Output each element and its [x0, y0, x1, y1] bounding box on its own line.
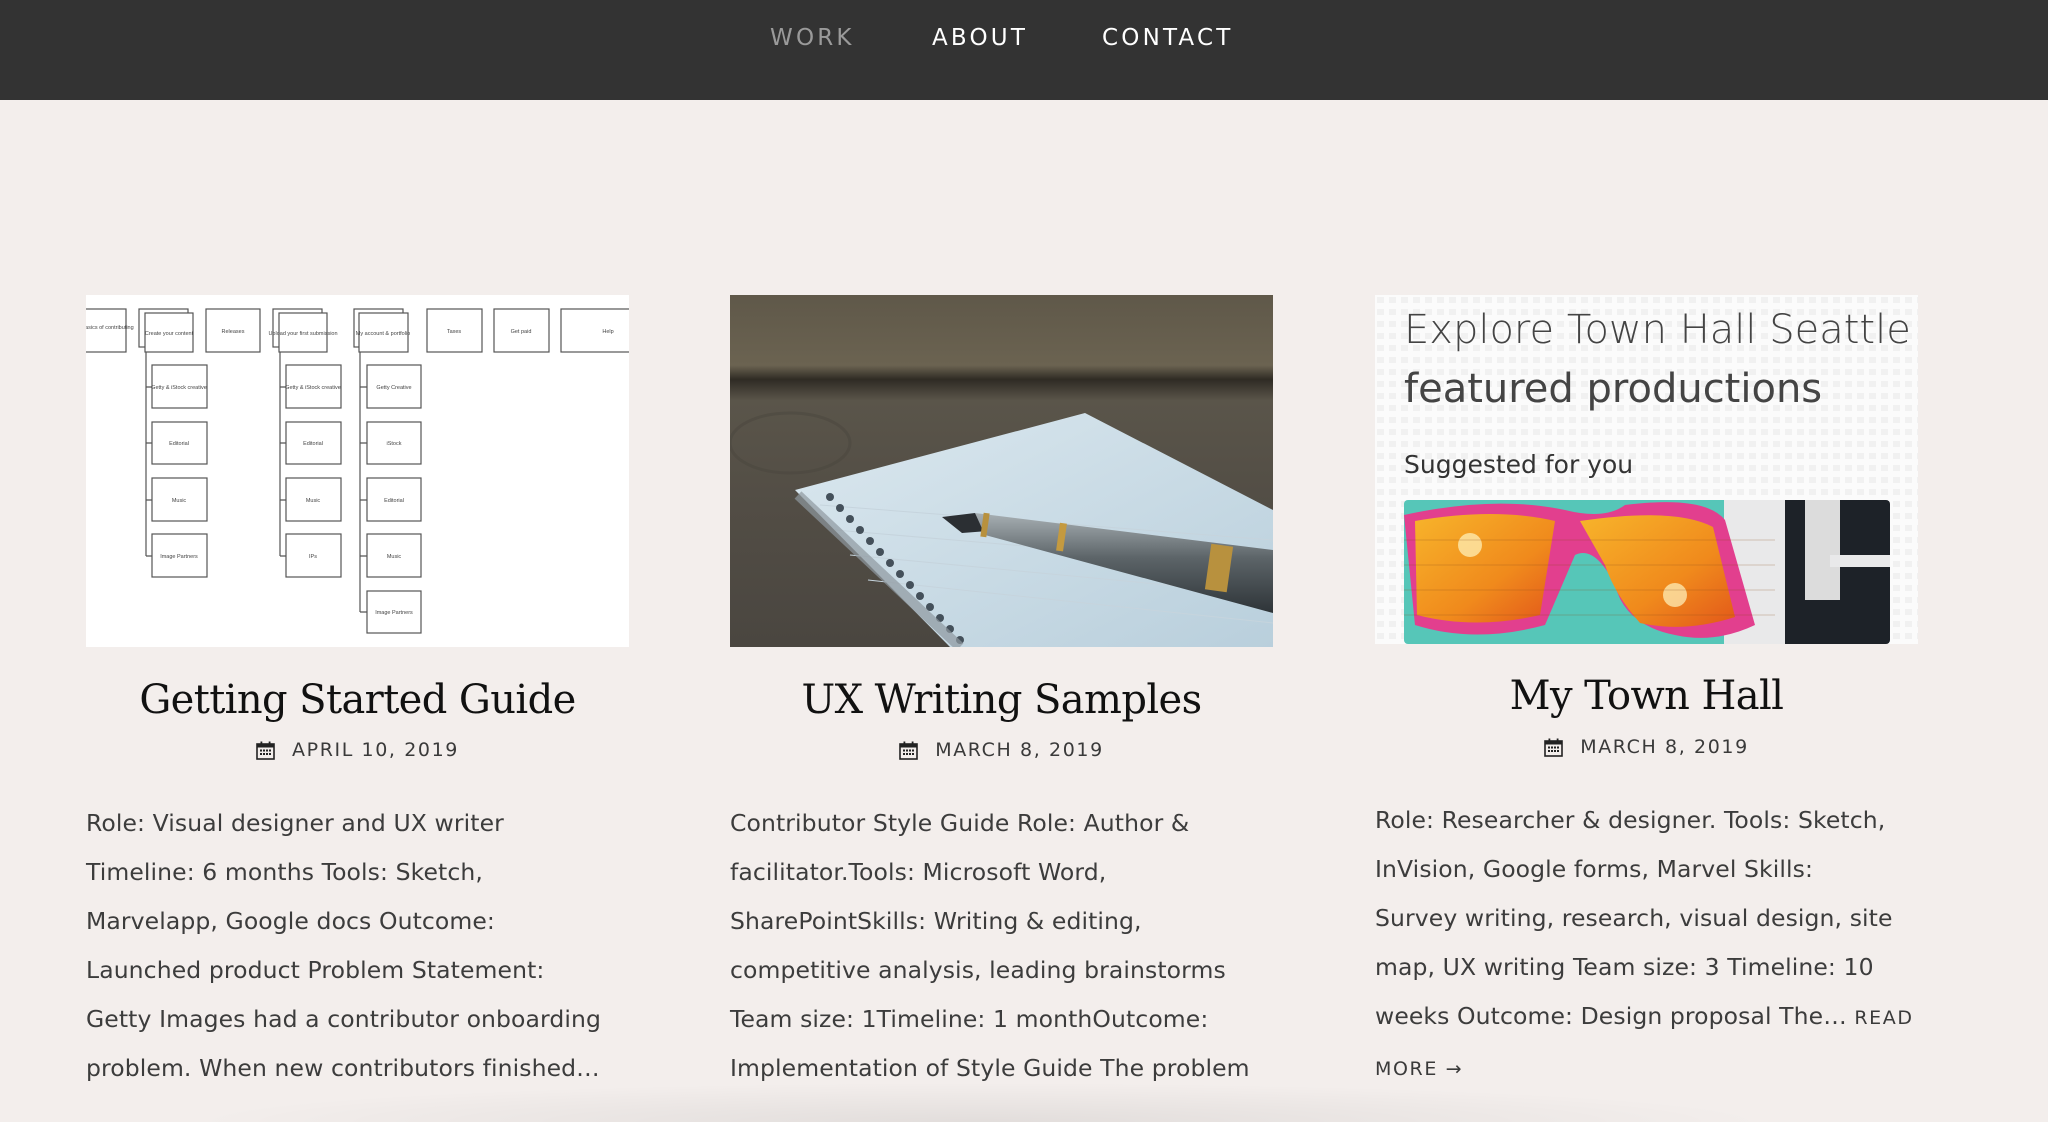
post-date-text: MARCH 8, 2019 [1580, 736, 1749, 758]
excerpt-line: Team size: 1Timeline: 1 monthOutcome: [730, 1005, 1209, 1033]
card-excerpt: Role: Researcher & designer. Tools: Sket… [1375, 796, 1935, 1094]
excerpt-line: Contributor Style Guide Role: Author & [730, 809, 1190, 837]
screenshot-heading: Explore Town Hall Seattle [1404, 307, 1911, 353]
sitemap-node: IPs [309, 554, 317, 560]
excerpt-line: Launched product Problem Statement: [86, 956, 545, 984]
calendar-icon [256, 741, 275, 760]
excerpt-line: map, UX writing Team size: 3 Timeline: 1… [1375, 953, 1874, 981]
sitemap-node: Getty Creative [376, 385, 411, 391]
sitemap-node: Image Partners [375, 610, 413, 616]
sitemap-node: Get paid [511, 329, 532, 335]
card-title[interactable]: My Town Hall [1375, 671, 1918, 721]
read-more-link[interactable]: READ [1854, 1007, 1913, 1029]
sitemap-node: Upload your first submission [268, 331, 337, 337]
post-date: MARCH 8, 2019 [730, 737, 1273, 763]
card-image-town-hall[interactable]: Explore Town Hall Seattle featured produ… [1375, 295, 1918, 644]
post-date: MARCH 8, 2019 [1375, 734, 1918, 760]
sitemap-node: Getty & iStock creative [285, 385, 341, 391]
excerpt-line: SharePointSkills: Writing & editing, [730, 907, 1142, 935]
excerpt-line: facilitator.Tools: Microsoft Word, [730, 858, 1107, 886]
read-more-link-continued[interactable]: MORE → [1375, 1058, 1463, 1080]
excerpt-line: InVision, Google forms, Marvel Skills: [1375, 855, 1813, 883]
card-excerpt: Contributor Style Guide Role: Author & f… [730, 799, 1290, 1093]
nav-work[interactable]: WORK [770, 22, 855, 54]
sitemap-node: Editorial [169, 441, 189, 447]
sitemap-node: he basics of contributing [86, 325, 134, 331]
excerpt-line: Role: Visual designer and UX writer [86, 809, 504, 837]
excerpt-line-text: weeks Outcome: Design proposal The… [1375, 1002, 1847, 1030]
sitemap-diagram: he basics of contributing Create your co… [86, 295, 629, 647]
screenshot-subheading: Suggested for you [1404, 450, 1633, 479]
calendar-icon [899, 741, 919, 760]
card-title[interactable]: Getting Started Guide [86, 675, 629, 725]
card-title[interactable]: UX Writing Samples [730, 675, 1273, 725]
sitemap-node: Music [306, 498, 321, 504]
post-date: APRIL 10, 2019 [86, 737, 629, 763]
card-image-pen-notebook[interactable] [730, 295, 1273, 647]
post-date-text: MARCH 8, 2019 [935, 739, 1104, 761]
sitemap-node: iStock [387, 441, 402, 447]
top-navigation: WORK ABOUT CONTACT [0, 0, 2048, 100]
sitemap-node: Image Partners [160, 554, 198, 560]
excerpt-line: Implementation of Style Guide The proble… [730, 1054, 1250, 1082]
excerpt-line: competitive analysis, leading brainstorm… [730, 956, 1226, 984]
sitemap-node: Music [172, 498, 187, 504]
screenshot-heading: featured productions [1404, 366, 1822, 412]
excerpt-line: problem. When new contributors finished… [86, 1054, 600, 1082]
card-image-sitemap[interactable]: he basics of contributing Create your co… [86, 295, 629, 647]
excerpt-line: Getty Images had a contributor onboardin… [86, 1005, 602, 1033]
sitemap-node: Taxes [447, 329, 462, 335]
calendar-icon [1544, 738, 1564, 757]
sitemap-node: Getty & iStock creative [151, 385, 207, 391]
excerpt-line: Survey writing, research, visual design,… [1375, 904, 1893, 932]
sitemap-node: My account & portfolio [356, 331, 410, 337]
post-date-text: APRIL 10, 2019 [292, 739, 459, 761]
excerpt-line: weeks Outcome: Design proposal The… READ [1375, 992, 1935, 1043]
excerpt-line: Role: Researcher & designer. Tools: Sket… [1375, 806, 1886, 834]
pen-notebook-photo [730, 295, 1273, 647]
card-excerpt: Role: Visual designer and UX writer Time… [86, 799, 646, 1093]
sitemap-node: Editorial [384, 498, 404, 504]
nav-contact[interactable]: CONTACT [1102, 22, 1233, 54]
excerpt-line: Marvelapp, Google docs Outcome: [86, 907, 495, 935]
sitemap-node: Create your content [145, 331, 194, 337]
sitemap-node: Releases [222, 329, 245, 335]
sitemap-node: Editorial [303, 441, 323, 447]
excerpt-line: Timeline: 6 months Tools: Sketch, [86, 858, 483, 886]
sitemap-node: Music [387, 554, 402, 560]
town-hall-app-screenshot: Explore Town Hall Seattle featured produ… [1375, 295, 1918, 644]
excerpt-line: MORE → [1375, 1043, 1935, 1094]
nav-about[interactable]: ABOUT [932, 22, 1028, 54]
sitemap-node: Help [602, 329, 613, 335]
